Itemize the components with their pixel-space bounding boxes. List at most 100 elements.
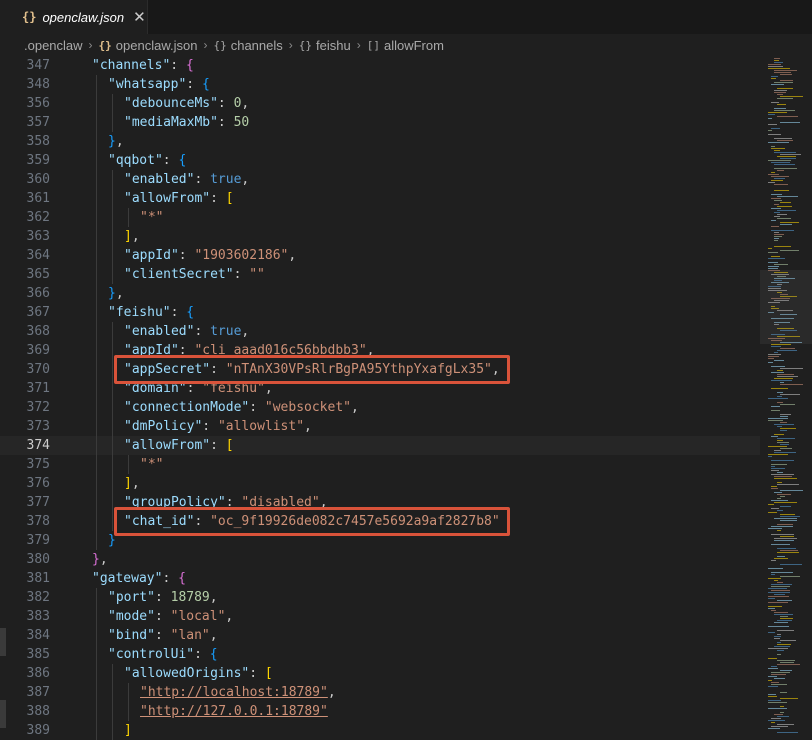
- minimap-line: [771, 464, 787, 465]
- gutter-marker: [0, 628, 6, 656]
- code-line[interactable]: 376],: [0, 474, 760, 493]
- breadcrumb-item-openclaw-json[interactable]: {} openclaw.json: [99, 38, 198, 53]
- code-line[interactable]: 358},: [0, 132, 760, 151]
- breadcrumb-item-openclaw[interactable]: .openclaw: [24, 38, 83, 53]
- minimap-line: [768, 160, 791, 161]
- tab-openclaw-json[interactable]: {} openclaw.json ✕: [0, 0, 148, 34]
- code-line[interactable]: 362 "*": [0, 208, 760, 227]
- code-line[interactable]: 374 "allowFrom": [: [0, 436, 760, 455]
- minimap-line: [777, 498, 781, 499]
- minimap-line: [774, 178, 785, 179]
- minimap-line: [768, 676, 777, 677]
- code-line[interactable]: 361 "allowFrom": [: [0, 189, 760, 208]
- minimap-line: [768, 456, 772, 457]
- minimap-line: [780, 506, 791, 507]
- minimap-line: [774, 62, 783, 63]
- minimap-line: [777, 732, 798, 733]
- minimap-line: [768, 680, 772, 681]
- minimap-line: [768, 668, 778, 669]
- minimap-line: [771, 162, 790, 163]
- minimap-line: [780, 520, 797, 521]
- line-number: 370: [26, 362, 50, 377]
- minimap-line: [774, 108, 786, 109]
- code-line[interactable]: 384 "bind": "lan",: [0, 626, 760, 645]
- code-line[interactable]: 372 "connectionMode": "websocket",: [0, 398, 760, 417]
- code-line[interactable]: 356 "debounceMs": 0,: [0, 94, 760, 113]
- code-line[interactable]: 359 "qqbot": {: [0, 151, 760, 170]
- minimap-line: [768, 708, 787, 709]
- code-line[interactable]: 360 "enabled": true,: [0, 170, 760, 189]
- minimap-line: [774, 60, 779, 61]
- breadcrumb-label: openclaw.json: [115, 37, 198, 53]
- code-line[interactable]: 367 "feishu": {: [0, 303, 760, 322]
- code-line[interactable]: 373 "dmPolicy": "allowlist",: [0, 417, 760, 436]
- minimap-line: [771, 460, 794, 461]
- minimap-line: [771, 230, 794, 231]
- minimap-line: [768, 512, 777, 513]
- minimap-line: [780, 564, 802, 565]
- minimap-slider[interactable]: [760, 270, 812, 344]
- code-line[interactable]: 347 "channels": {: [0, 56, 760, 75]
- code-text: },: [108, 286, 124, 301]
- minimap-line: [780, 222, 799, 223]
- code-text: "feishu": {: [108, 305, 195, 320]
- minimap-line: [768, 568, 783, 569]
- breadcrumb-item-channels[interactable]: {} channels: [213, 38, 282, 53]
- code-line[interactable]: 375 "*": [0, 455, 760, 474]
- code-line[interactable]: 388 "http://127.0.0.1:18789": [0, 702, 760, 721]
- line-number: 389: [26, 723, 50, 738]
- code-line[interactable]: 386 "allowedOrigins": [: [0, 664, 760, 683]
- breadcrumb-label: allowFrom: [383, 37, 444, 53]
- minimap-line: [768, 112, 787, 113]
- minimap-line: [768, 632, 775, 633]
- minimap-line: [780, 394, 800, 395]
- minimap-line: [777, 440, 783, 441]
- code-line[interactable]: 357 "mediaMaxMb": 50: [0, 113, 760, 132]
- code-line[interactable]: 389]: [0, 721, 760, 740]
- breadcrumb-separator-icon: ›: [203, 38, 208, 52]
- indent-guide: [96, 588, 97, 740]
- minimap-line: [777, 650, 784, 651]
- code-line[interactable]: 383 "mode": "local",: [0, 607, 760, 626]
- minimap-line: [771, 406, 780, 407]
- breadcrumb-item-feishu[interactable]: {} feishu: [299, 38, 351, 53]
- minimap-line: [777, 402, 783, 403]
- code-line[interactable]: 348 "whatsapp": {: [0, 75, 760, 94]
- code-line[interactable]: 380},: [0, 550, 760, 569]
- minimap-line: [774, 378, 793, 379]
- minimap-line: [771, 488, 778, 489]
- code-line[interactable]: 364 "appId": "1903602186",: [0, 246, 760, 265]
- minimap-line: [768, 362, 773, 363]
- minimap-line: [774, 360, 784, 361]
- code-line[interactable]: 387 "http://localhost:18789",: [0, 683, 760, 702]
- code-line[interactable]: 366},: [0, 284, 760, 303]
- indent-guide: [112, 170, 113, 284]
- minimap-line: [780, 368, 803, 369]
- breadcrumb-label: .openclaw: [24, 37, 83, 53]
- code-line[interactable]: 381 "gateway": {: [0, 569, 760, 588]
- close-icon[interactable]: ✕: [133, 8, 146, 26]
- minimap-line: [777, 196, 798, 197]
- minimap[interactable]: [760, 56, 812, 740]
- minimap-line: [774, 70, 797, 71]
- code-line[interactable]: 363],: [0, 227, 760, 246]
- code-editor[interactable]: 347 "channels": {348 "whatsapp": {356 "debo…: [0, 56, 760, 740]
- minimap-line: [768, 134, 781, 135]
- breadcrumb-item-allowfrom[interactable]: [] allowFrom: [367, 38, 444, 53]
- code-text: "gateway": {: [92, 571, 186, 586]
- code-line[interactable]: 382 "port": 18789,: [0, 588, 760, 607]
- minimap-line: [777, 472, 783, 473]
- code-line[interactable]: 368 "enabled": true,: [0, 322, 760, 341]
- minimap-line: [777, 210, 796, 211]
- minimap-line: [777, 654, 781, 655]
- line-number: 361: [26, 191, 50, 206]
- code-line[interactable]: 385 "controlUi": {: [0, 645, 760, 664]
- minimap-line: [768, 596, 789, 597]
- code-line[interactable]: 365 "clientSecret": "": [0, 265, 760, 284]
- minimap-line: [777, 644, 791, 645]
- minimap-line: [768, 114, 775, 115]
- minimap-line: [768, 598, 775, 599]
- minimap-line: [768, 130, 772, 131]
- minimap-line: [771, 128, 780, 129]
- minimap-line: [768, 694, 776, 695]
